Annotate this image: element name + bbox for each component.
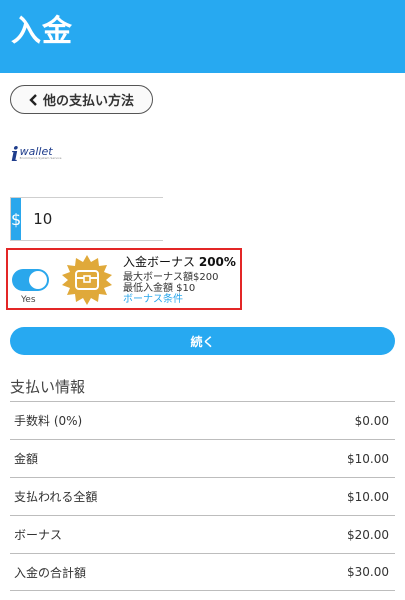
row-label: 金額 [14, 452, 39, 466]
logo-subtitle: Ecommerce System Service [19, 156, 62, 161]
chevron-left-icon [29, 93, 39, 106]
iwallet-i-mark: i [11, 141, 19, 166]
row-value: $10.00 [347, 489, 389, 504]
row-value: $0.00 [354, 413, 389, 428]
deposit-bonus-panel: Yes 入金ボーナス 200% 最大ボーナス額$200 最低入金額 $10 ボー… [6, 248, 242, 310]
toggle-label: Yes [21, 295, 36, 305]
row-value: $30.00 [347, 565, 389, 579]
toggle-knob [29, 271, 47, 289]
deposit-total-row: 入金の合計額 $30.00 [10, 553, 395, 591]
bonus-toggle[interactable] [12, 269, 49, 291]
payment-info-title: 支払い情報 [10, 378, 86, 396]
continue-button[interactable]: 続く [10, 327, 395, 355]
row-label: 入金の合計額 [14, 565, 87, 580]
treasure-chest-icon [62, 255, 112, 305]
amount-input[interactable] [21, 198, 228, 240]
row-label: 手数料 (0%) [14, 414, 83, 428]
amount-field: $ [10, 197, 228, 241]
other-payment-methods-label: 他の支払い方法 [42, 94, 134, 109]
payment-info-table: 手数料 (0%) $0.00 金額 $10.00 支払われる全額 $10.00 … [10, 401, 395, 591]
iwallet-logo: i wallet Ecommerce System Service [11, 138, 70, 169]
row-label: 支払われる全額 [14, 490, 98, 504]
amount-row: 金額 $10.00 [10, 439, 395, 477]
bonus-row: ボーナス $20.00 [10, 515, 395, 553]
fee-row: 手数料 (0%) $0.00 [10, 401, 395, 439]
row-label: ボーナス [14, 528, 63, 542]
currency-symbol: $ [11, 198, 22, 240]
page-header: 入金 [0, 0, 405, 73]
total-paid-row: 支払われる全額 $10.00 [10, 477, 395, 515]
page-title: 入金 [11, 14, 73, 49]
row-value: $10.00 [347, 451, 389, 466]
bonus-terms-link[interactable]: ボーナス条件 [123, 290, 183, 305]
row-value: $20.00 [347, 527, 389, 542]
other-payment-methods-button[interactable]: 他の支払い方法 [10, 85, 153, 114]
